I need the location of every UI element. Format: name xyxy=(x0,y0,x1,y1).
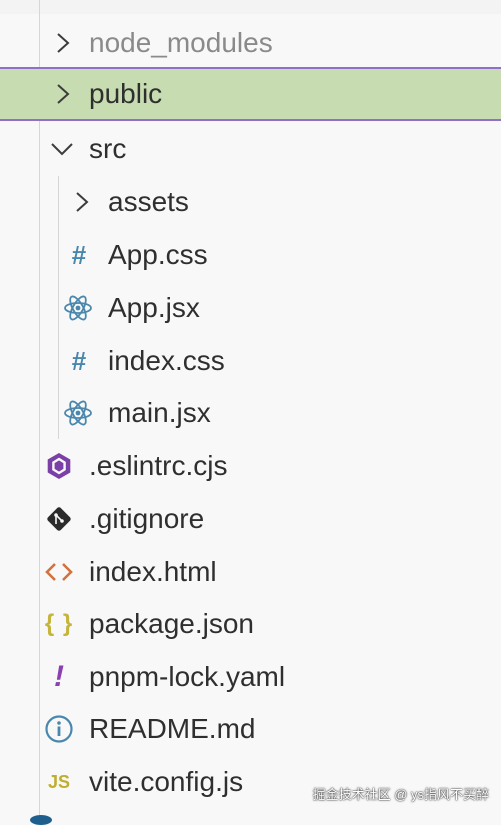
git-icon xyxy=(44,504,74,534)
tree-item-label: .eslintrc.cjs xyxy=(89,449,228,481)
yaml-icon: ! xyxy=(54,659,64,693)
tree-item-index-css[interactable]: # index.css xyxy=(0,334,501,387)
tree-item-label: src xyxy=(89,132,127,164)
tree-item-label: App.jsx xyxy=(108,291,200,323)
tree-item-label: package.json xyxy=(89,607,255,639)
tree-item-label: index.css xyxy=(108,344,225,376)
chevron-right-icon xyxy=(48,28,78,58)
react-icon xyxy=(63,293,93,323)
tree-item-app-jsx[interactable]: App.jsx xyxy=(0,281,501,334)
chevron-right-icon xyxy=(48,79,78,109)
tree-item-public[interactable]: public xyxy=(0,67,501,121)
tree-item-label: .gitignore xyxy=(89,502,205,534)
tree-item-readme[interactable]: README.md xyxy=(0,702,501,755)
tree-item-assets[interactable]: assets xyxy=(0,175,501,228)
scroll-indicator xyxy=(30,815,52,825)
tree-item-label: pnpm-lock.yaml xyxy=(89,660,286,692)
tree-item-label: main.jsx xyxy=(108,396,211,428)
tree-item-label: assets xyxy=(108,185,189,217)
tree-item-label: public xyxy=(89,78,163,109)
react-icon xyxy=(63,398,93,428)
tree-item-app-css[interactable]: # App.css xyxy=(0,228,501,281)
tree-item-label: App.css xyxy=(108,238,208,270)
tree-item-node-modules[interactable]: node_modules xyxy=(0,16,501,69)
tree-item-index-html[interactable]: index.html xyxy=(0,545,501,598)
explorer-top-strip xyxy=(0,0,501,14)
tree-item-package-json[interactable]: { } package.json xyxy=(0,597,501,650)
css-hash-icon: # xyxy=(71,345,87,376)
css-hash-icon: # xyxy=(71,239,87,270)
js-icon: JS xyxy=(47,771,71,792)
tree-item-pnpm-lock[interactable]: ! pnpm-lock.yaml xyxy=(0,650,501,703)
html-icon xyxy=(44,557,74,587)
tree-item-src[interactable]: src xyxy=(0,122,501,175)
tree-item-label: node_modules xyxy=(89,26,273,58)
chevron-down-icon xyxy=(47,134,77,164)
json-braces-icon: { } xyxy=(44,609,74,637)
tree-item-gitignore[interactable]: .gitignore xyxy=(0,492,501,545)
eslint-icon xyxy=(44,451,74,481)
chevron-right-icon xyxy=(67,187,97,217)
tree-item-label: README.md xyxy=(89,712,256,744)
tree-item-label: vite.config.js xyxy=(89,765,244,797)
info-icon xyxy=(44,714,74,744)
tree-item-label: index.html xyxy=(89,555,217,587)
tree-item-main-jsx[interactable]: main.jsx xyxy=(0,386,501,439)
file-explorer: node_modules public src assets # App.css xyxy=(0,0,501,825)
tree-item-eslintrc[interactable]: .eslintrc.cjs xyxy=(0,439,501,492)
watermark: 掘金技术社区 @ ys指风不买醉 xyxy=(312,787,489,802)
